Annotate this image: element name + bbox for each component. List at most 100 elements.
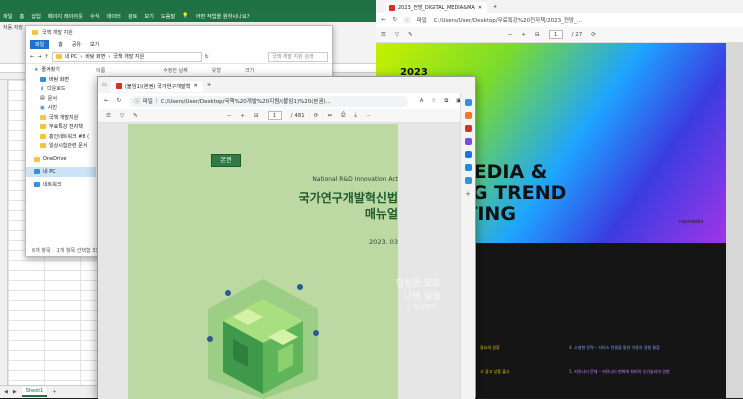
cover-date: 2023. 03 [369, 238, 398, 246]
edge-back-tabbar: 2023_전망_DIGITAL_MEDIA&MA ✕ + [376, 0, 743, 13]
zoom-in-button[interactable]: + [240, 113, 245, 119]
new-tab-button[interactable]: + [207, 82, 211, 88]
nav-item-folder-3[interactable]: 홍인네트워크 #8 ( [26, 132, 96, 142]
breadcrumb-desktop[interactable]: 바탕 화면 [85, 53, 105, 60]
edge-back-page-input[interactable]: 1 [548, 30, 563, 39]
explorer-nav-pane: ★ 즐겨찾기 바탕 화면 ⬇ 다운로드 ▤ 문서 ▣ 사진 국책 개발지원 무료특강 전… [26, 65, 96, 240]
up-arrow-icon[interactable]: ↑ [44, 54, 48, 60]
nav-item-this-pc[interactable]: 내 PC [26, 167, 96, 177]
nav-item-onedrive[interactable]: OneDrive [26, 155, 96, 165]
forward-arrow-icon[interactable]: → [37, 54, 41, 60]
refresh-icon[interactable]: ↻ [205, 54, 209, 60]
zoom-out-icon[interactable]: − [508, 32, 513, 38]
back-arrow-icon[interactable]: ← [381, 17, 386, 23]
edge-back-tab-title: 2023_전망_DIGITAL_MEDIA&MA [398, 5, 475, 11]
send-icon[interactable] [464, 177, 472, 184]
edge-front-pdf-view: 본권 National R&D Innovation Act 국가연구개발혁신법… [98, 123, 460, 399]
nav-item-favorites[interactable]: ★ 즐겨찾기 [26, 65, 96, 75]
edge-front-tab[interactable]: (붙임1)(본권) 국가연구개발혁 ✕ [110, 80, 203, 92]
excel-menu-view[interactable]: 보기 [144, 13, 154, 20]
edge-front-address-bar[interactable]: ⓘ 파일 | C:/Users/User/Desktop/국책%20개발%20지… [129, 95, 408, 107]
refresh-icon[interactable]: ↻ [393, 17, 398, 23]
outlook-icon[interactable] [464, 164, 472, 171]
explorer-tab-file[interactable]: 파일 [30, 40, 50, 49]
back-arrow-icon[interactable]: ← [30, 54, 34, 60]
games-icon[interactable] [464, 138, 472, 145]
excel-menu-file[interactable]: 파일 [3, 13, 13, 20]
zoom-out-button[interactable]: − [227, 113, 232, 119]
add-sheet-button[interactable]: + [52, 389, 56, 395]
edge-front-page-input[interactable]: 1 [267, 111, 282, 120]
excel-menu-layout[interactable]: 페이지 레이아웃 [48, 13, 83, 20]
favorite-icon[interactable]: ☆ [431, 98, 436, 104]
fit-page-icon[interactable]: ⊟ [254, 113, 259, 119]
print-icon[interactable]: ⎙ [341, 112, 345, 119]
column-size[interactable]: 크기 [245, 67, 254, 74]
save-icon[interactable]: ⤓ [354, 112, 356, 119]
breadcrumb-folder[interactable]: 국책 개발 지원 [113, 53, 144, 60]
draw-icon[interactable]: ✎ [408, 32, 413, 38]
more-icon[interactable]: ⋯ [366, 113, 372, 119]
column-name[interactable]: 이름 [96, 67, 105, 74]
refresh-icon[interactable]: ↻ [117, 98, 122, 104]
explorer-tab-view[interactable]: 보기 [90, 41, 99, 48]
tab-actions-icon[interactable]: ▭ [102, 82, 107, 88]
highlight-icon[interactable]: ▽ [395, 32, 399, 38]
sheet-tab[interactable]: Sheet1 [21, 387, 48, 397]
add-icon[interactable]: + [461, 190, 475, 198]
search-icon[interactable] [464, 99, 472, 106]
edge-window-front: ▭ (붙임1)(본권) 국가연구개발혁 ✕ + ← ↻ ⓘ 파일 | C:/Us… [97, 76, 476, 399]
excel-menu-formula[interactable]: 수식 [90, 13, 100, 20]
highlight-icon[interactable]: ▽ [120, 113, 124, 119]
info-icon[interactable]: ⓘ [404, 16, 410, 24]
nav-item-documents[interactable]: ▤ 문서 [26, 94, 96, 104]
explorer-tab-share[interactable]: 공유 [72, 41, 81, 48]
edge-front-toolbar: ← ↻ ⓘ 파일 | C:/Users/User/Desktop/국책%20개발… [98, 93, 475, 109]
column-modified[interactable]: 수정한 날짜 [163, 67, 188, 74]
sheet-nav-left-icon[interactable]: ◀ [4, 389, 8, 395]
explorer-address-bar[interactable]: 내 PC › 바탕 화면 › 국책 개발 지원 [51, 51, 202, 62]
nav-item-desktop[interactable]: 바탕 화면 [26, 75, 96, 85]
nav-item-folder-2[interactable]: 무료특강 전자책 [26, 122, 96, 132]
excel-menu-insert[interactable]: 삽입 [31, 13, 41, 20]
tools-icon[interactable] [464, 125, 472, 132]
contents-icon[interactable]: ☰ [106, 113, 111, 119]
extensions-icon[interactable]: ⧉ [444, 98, 448, 105]
edge-back-scrollbar[interactable] [726, 43, 743, 398]
office-icon[interactable] [464, 151, 472, 158]
contents-icon[interactable]: ☰ [381, 32, 386, 38]
edge-front-sidebar: + [460, 93, 475, 399]
column-type[interactable]: 유형 [212, 67, 221, 74]
explorer-tab-home[interactable]: 홈 [58, 41, 63, 48]
rotate-icon[interactable]: ⟳ [591, 32, 596, 38]
close-icon[interactable]: ✕ [193, 83, 197, 89]
tag-icon[interactable] [464, 112, 472, 119]
excel-menu-home[interactable]: 홈 [20, 13, 25, 20]
zoom-in-icon[interactable]: + [521, 32, 526, 38]
excel-tell-me[interactable]: 어떤 작업을 원하시나요? [196, 13, 250, 20]
excel-menu-data[interactable]: 데이터 [106, 13, 120, 20]
nav-item-network[interactable]: 네트워크 [26, 180, 96, 190]
back-arrow-icon[interactable]: ← [104, 98, 109, 104]
pdf-icon [115, 83, 122, 89]
new-tab-icon[interactable]: + [493, 4, 497, 10]
nav-item-folder-1[interactable]: 국책 개발지원 [26, 113, 96, 123]
fit-page-icon[interactable]: ⊟ [535, 32, 540, 38]
close-icon[interactable]: ✕ [478, 5, 482, 11]
nav-item-downloads[interactable]: ⬇ 다운로드 [26, 84, 96, 94]
read-aloud-icon[interactable]: A [420, 98, 424, 104]
draw-icon[interactable]: ✎ [133, 113, 138, 119]
nav-item-folder-4[interactable]: 일상시험관련 문서 [26, 141, 96, 151]
rotate-icon[interactable]: ⟳ [314, 113, 319, 119]
pc-icon [34, 169, 40, 175]
nav-item-pictures[interactable]: ▣ 사진 [26, 103, 96, 113]
fit-width-icon[interactable]: ⇔ [327, 113, 332, 119]
sheet-nav-right-icon[interactable]: ▶ [13, 389, 17, 395]
edge-back-url[interactable]: C:/Users/User/Desktop/무료특강%20전자책/2023_전망… [434, 16, 582, 24]
breadcrumb-pc[interactable]: 내 PC [65, 53, 78, 60]
excel-menu-review[interactable]: 검토 [128, 13, 138, 20]
excel-menu-help[interactable]: 도움말 [161, 13, 175, 20]
explorer-search-input[interactable]: 국책 개발 지원 검색 [268, 51, 328, 62]
autosave-label[interactable]: 자동 저장 [3, 24, 23, 31]
edge-back-tab[interactable]: 2023_전망_DIGITAL_MEDIA&MA ✕ [384, 2, 488, 13]
